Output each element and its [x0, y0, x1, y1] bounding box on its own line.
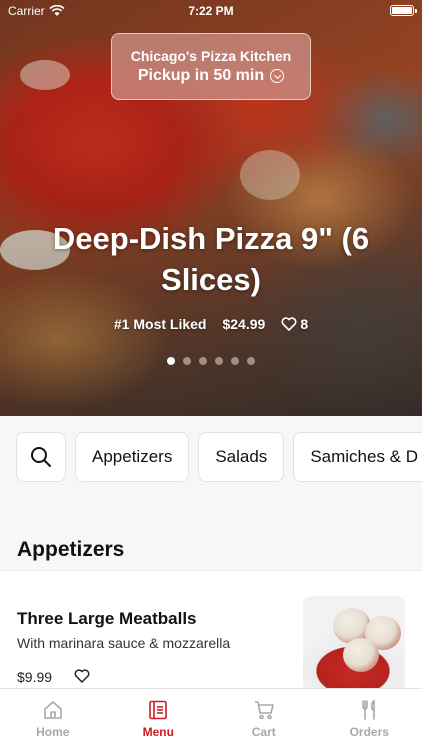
- restaurant-name: Chicago's Pizza Kitchen: [130, 48, 292, 64]
- tab-cart[interactable]: Cart: [211, 689, 317, 750]
- heart-icon: [281, 317, 297, 331]
- pickup-time-label: Pickup in 50 min: [137, 67, 265, 84]
- pickup-selector[interactable]: Chicago's Pizza Kitchen Pickup in 50 min: [111, 33, 311, 100]
- chevron-down-circle-icon: [270, 69, 285, 83]
- tab-label: Cart: [251, 725, 276, 739]
- featured-meta: #1 Most Liked $24.99 8: [0, 316, 422, 332]
- carousel-dot[interactable]: [167, 357, 175, 365]
- category-chip-samiches[interactable]: Samiches & D: [293, 432, 422, 482]
- menu-icon: [149, 700, 168, 720]
- cart-icon: [254, 701, 274, 720]
- category-chip-salads[interactable]: Salads: [198, 432, 285, 482]
- carousel-dot[interactable]: [183, 357, 191, 365]
- featured-price: $24.99: [222, 316, 266, 332]
- carousel-pagination[interactable]: [0, 357, 422, 365]
- carousel-dot[interactable]: [247, 357, 255, 365]
- featured-like[interactable]: 8: [281, 316, 308, 332]
- tab-home[interactable]: Home: [0, 689, 106, 750]
- home-icon: [43, 701, 62, 719]
- search-icon: [31, 447, 51, 467]
- category-bar: Appetizers Salads Samiches & D: [16, 432, 422, 482]
- tab-label: Menu: [142, 725, 174, 739]
- carousel-dot[interactable]: [215, 357, 223, 365]
- menu-item[interactable]: Three Large Meatballs With marinara sauc…: [0, 570, 422, 689]
- carousel-dot[interactable]: [199, 357, 207, 365]
- tab-label: Orders: [349, 725, 389, 739]
- tab-label: Home: [36, 725, 70, 739]
- category-chip-appetizers[interactable]: Appetizers: [75, 432, 190, 482]
- pickup-time: Pickup in 50 min: [112, 67, 310, 85]
- orders-icon: [362, 699, 376, 720]
- section-title: Appetizers: [17, 538, 125, 561]
- carousel-dot[interactable]: [231, 357, 239, 365]
- featured-title: Deep-Dish Pizza 9" (6 Slices): [52, 221, 370, 297]
- item-image: [303, 596, 405, 689]
- battery-icon: [390, 5, 417, 16]
- item-name: Three Large Meatballs: [17, 609, 197, 628]
- item-description: With marinara sauce & mozzarella: [17, 635, 231, 651]
- status-bar: Carrier 7:22 PM: [0, 0, 422, 22]
- featured-like-count: 8: [300, 316, 309, 332]
- item-price: $9.99: [17, 669, 53, 685]
- featured-hero[interactable]: Carrier 7:22 PM Chicago's Pizza Kitchen …: [0, 0, 422, 416]
- tab-menu[interactable]: Menu: [106, 689, 212, 750]
- tab-orders[interactable]: Orders: [317, 689, 422, 750]
- clock: 7:22 PM: [188, 4, 234, 18]
- search-button[interactable]: [16, 432, 66, 482]
- featured-badge: #1 Most Liked: [113, 316, 207, 332]
- heart-icon[interactable]: [74, 669, 90, 683]
- tab-bar: Home Menu Cart Orders: [0, 688, 422, 750]
